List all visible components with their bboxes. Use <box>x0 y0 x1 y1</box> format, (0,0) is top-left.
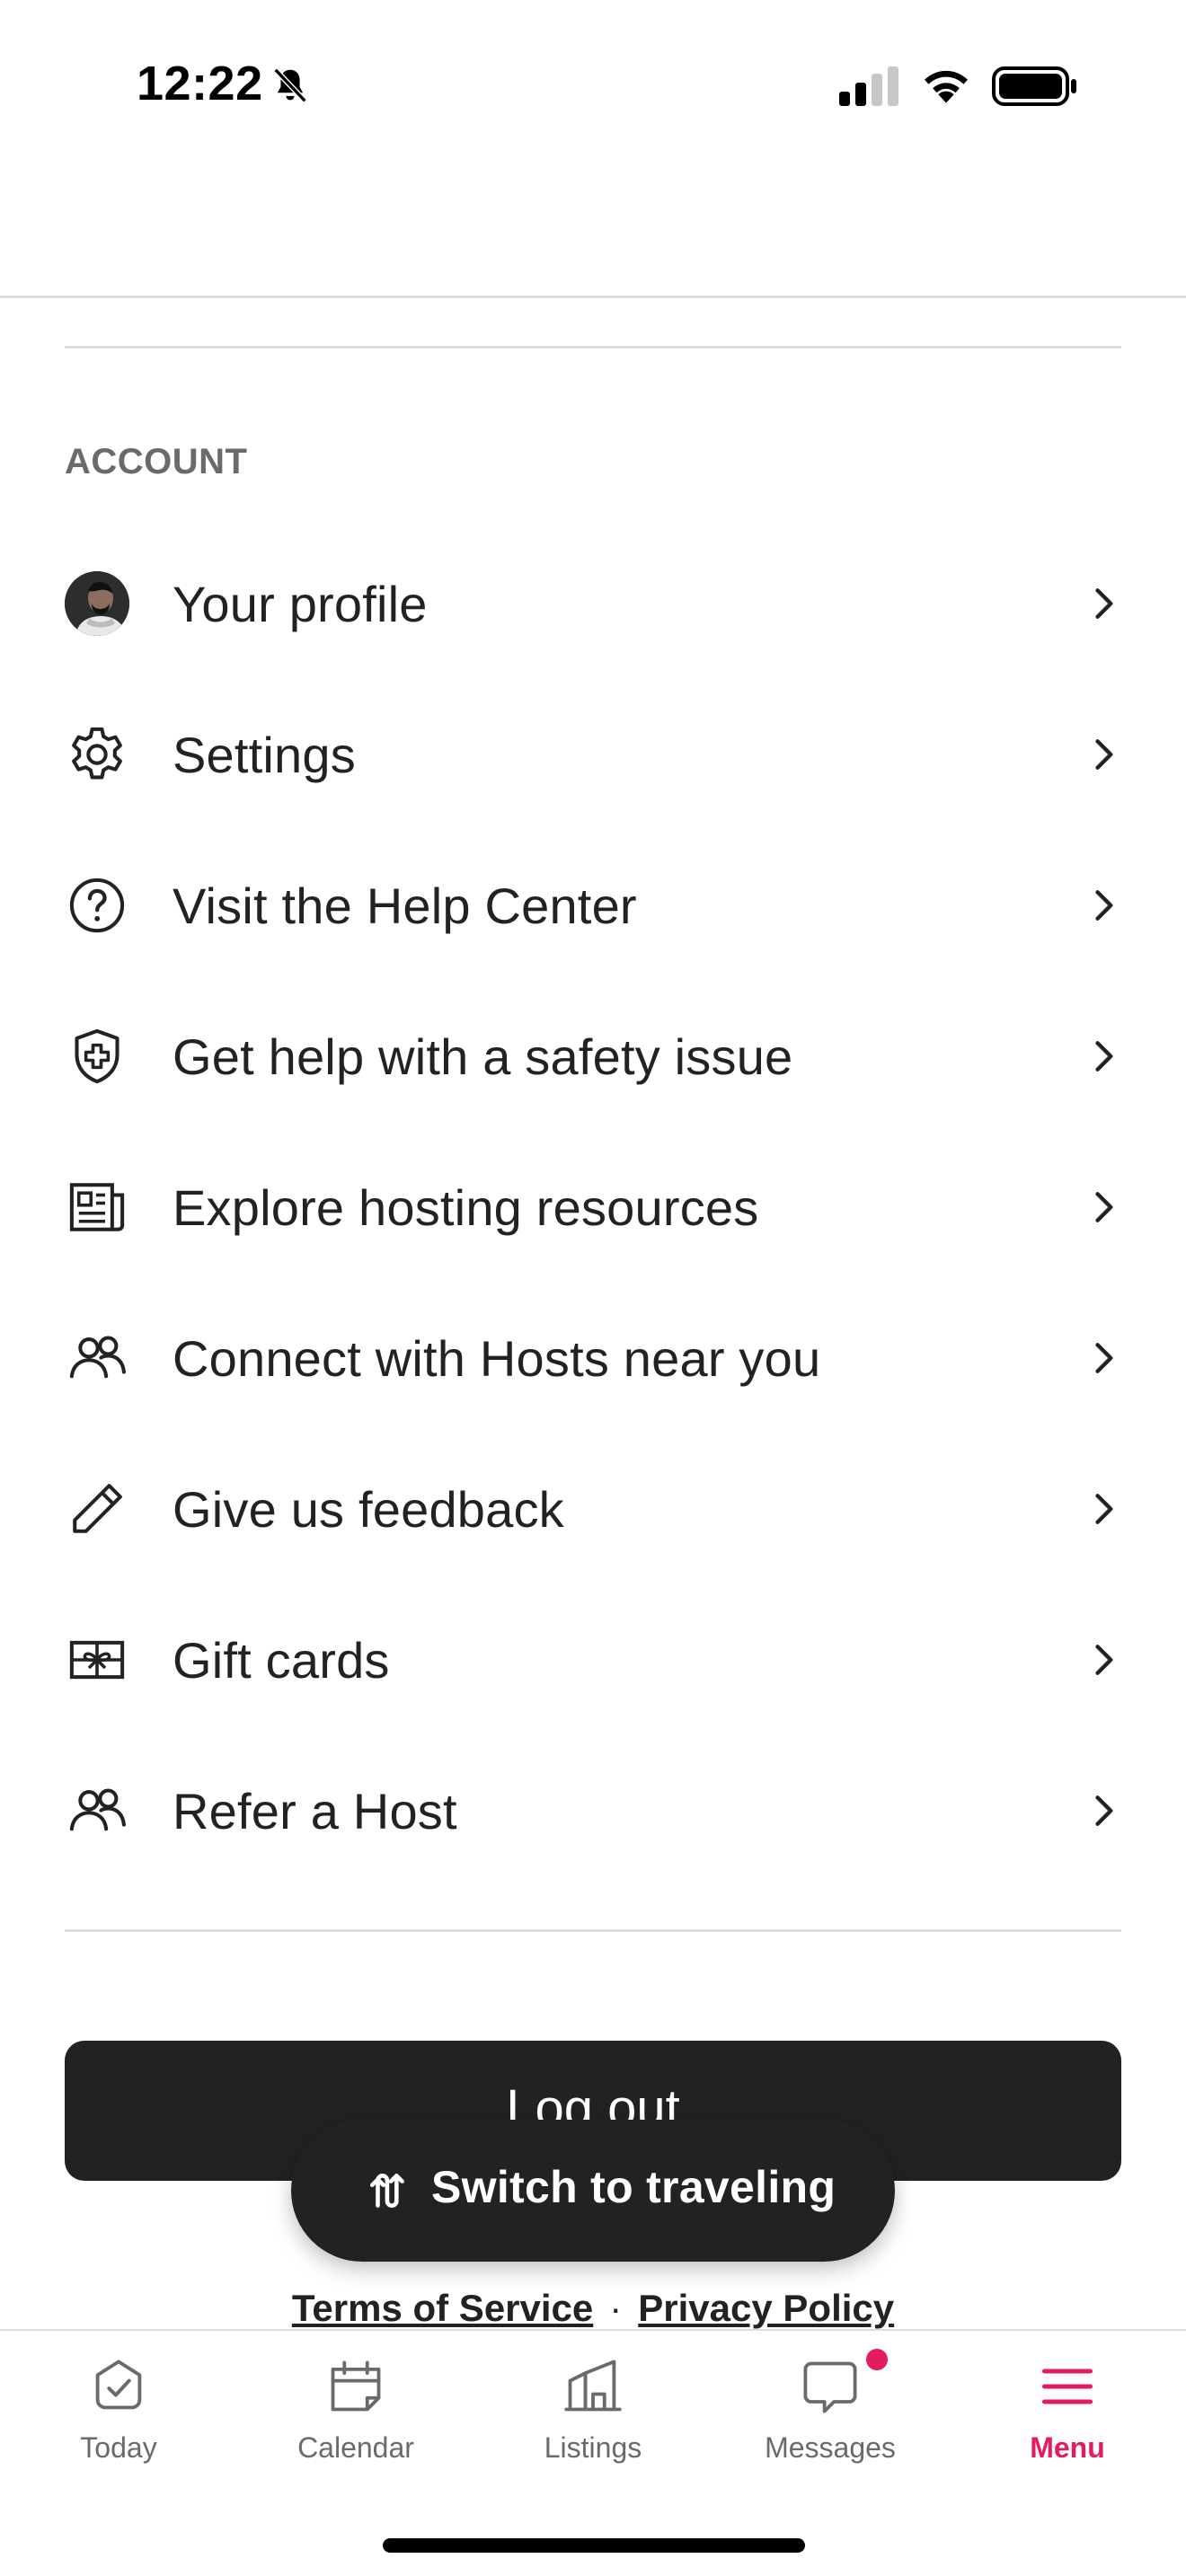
people-icon <box>65 1326 129 1390</box>
building-icon <box>564 2360 622 2412</box>
tab-calendar[interactable]: Calendar <box>237 2331 474 2492</box>
chevron-right-icon <box>1095 1795 1113 1826</box>
menu-item-label: Explore hosting resources <box>173 1179 759 1236</box>
people-icon <box>65 1778 129 1843</box>
menu-item-hosting-resources[interactable]: Explore hosting resources <box>0 1132 1186 1283</box>
battery-icon <box>992 66 1076 106</box>
menu-item-your-profile[interactable]: Your profile <box>0 528 1186 679</box>
tab-label: Listings <box>544 2431 642 2464</box>
privacy-policy-link[interactable]: Privacy Policy <box>638 2287 894 2329</box>
tab-today[interactable]: Today <box>0 2331 237 2492</box>
tab-label: Menu <box>1030 2431 1105 2464</box>
newspaper-icon <box>65 1175 129 1239</box>
header-divider <box>0 296 1186 298</box>
bell-slash-icon <box>273 67 307 103</box>
shield-plus-icon <box>65 1024 129 1089</box>
chevron-right-icon <box>1095 1645 1113 1675</box>
chevron-right-icon <box>1095 1494 1113 1524</box>
menu-item-label: Get help with a safety issue <box>173 1028 793 1085</box>
menu-item-gift-cards[interactable]: Gift cards <box>0 1584 1186 1735</box>
hamburger-icon <box>1041 2369 1093 2404</box>
menu-item-label: Gift cards <box>173 1632 390 1689</box>
tab-label: Messages <box>765 2431 896 2464</box>
chevron-right-icon <box>1095 739 1113 770</box>
chat-bubble-icon <box>803 2361 857 2413</box>
menu-item-safety-issue[interactable]: Get help with a safety issue <box>0 981 1186 1132</box>
legal-separator: · <box>609 2287 623 2329</box>
status-bar: 12:22 <box>0 0 1186 171</box>
wifi-icon <box>925 70 968 103</box>
account-section-title: ACCOUNT <box>65 442 248 481</box>
switch-label: Switch to traveling <box>431 2162 836 2212</box>
chevron-right-icon <box>1095 1041 1113 1072</box>
calendar-icon <box>331 2360 381 2412</box>
chevron-right-icon <box>1095 588 1113 619</box>
tab-messages[interactable]: Messages <box>712 2331 949 2492</box>
account-menu: Your profile Settings Visit the Help Cen… <box>0 528 1186 1886</box>
menu-item-help-center[interactable]: Visit the Help Center <box>0 830 1186 981</box>
section-divider-top <box>65 346 1121 348</box>
menu-item-feedback[interactable]: Give us feedback <box>0 1434 1186 1584</box>
switch-to-traveling-button[interactable]: Switch to traveling <box>291 2120 895 2262</box>
tab-menu[interactable]: Menu <box>949 2331 1186 2492</box>
switch-arrows-icon <box>369 2174 404 2208</box>
menu-item-connect-hosts[interactable]: Connect with Hosts near you <box>0 1283 1186 1434</box>
legal-links: Terms of Service · Privacy Policy <box>0 2287 1186 2332</box>
home-indicator <box>383 2538 805 2553</box>
menu-item-label: Visit the Help Center <box>173 878 637 934</box>
gear-icon <box>65 722 129 787</box>
chevron-right-icon <box>1095 1343 1113 1373</box>
pencil-icon <box>65 1477 129 1541</box>
avatar <box>65 571 129 636</box>
menu-item-settings[interactable]: Settings <box>0 679 1186 830</box>
tab-label: Calendar <box>297 2431 414 2464</box>
check-badge-icon <box>95 2360 142 2410</box>
menu-item-label: Give us feedback <box>173 1481 564 1538</box>
menu-item-label: Connect with Hosts near you <box>173 1330 821 1387</box>
tab-label: Today <box>80 2431 157 2464</box>
tab-listings[interactable]: Listings <box>474 2331 712 2492</box>
menu-item-label: Your profile <box>173 576 428 632</box>
gift-card-icon <box>65 1628 129 1692</box>
section-divider-bottom <box>65 1929 1121 1932</box>
chevron-right-icon <box>1095 1192 1113 1222</box>
menu-item-refer-host[interactable]: Refer a Host <box>0 1735 1186 1886</box>
signal-icon <box>839 66 898 106</box>
menu-item-label: Settings <box>173 727 356 783</box>
terms-of-service-link[interactable]: Terms of Service <box>292 2287 593 2329</box>
notification-dot <box>866 2349 888 2370</box>
status-time: 12:22 <box>137 57 263 110</box>
question-circle-icon <box>65 873 129 938</box>
menu-item-label: Refer a Host <box>173 1783 457 1839</box>
chevron-right-icon <box>1095 890 1113 921</box>
